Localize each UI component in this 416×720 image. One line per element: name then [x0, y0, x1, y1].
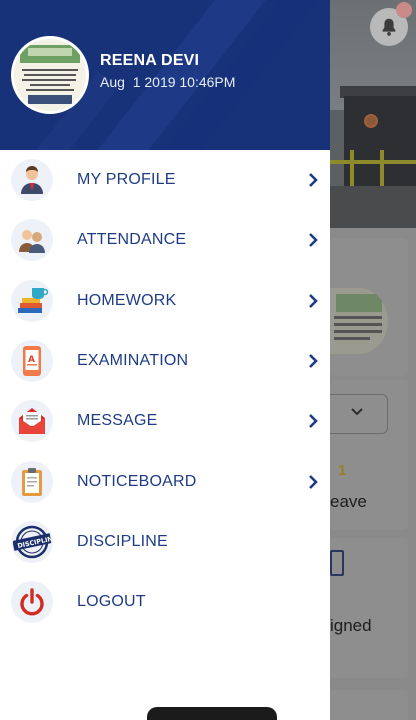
background-card-attendance: s 1 eave [330, 380, 408, 530]
last-login-datetime: Aug 1 2019 10:46PM [100, 74, 236, 90]
bottom-gesture-bar[interactable] [147, 707, 277, 720]
background-card-homework: igned [330, 538, 408, 678]
chevron-right-icon [305, 351, 321, 371]
menu-label: MESSAGE [77, 412, 158, 430]
menu-label: DISCIPLINE [77, 532, 168, 550]
chevron-right-icon [305, 411, 321, 431]
menu-label: MY PROFILE [77, 171, 176, 189]
menu-label: LOGOUT [77, 593, 146, 611]
menu-item-examination[interactable]: A EXAMINATION [0, 331, 330, 391]
discipline-icon: DISCIPLINE [11, 520, 53, 563]
menu-label: HOMEWORK [77, 291, 177, 309]
menu-item-logout[interactable]: LOGOUT [0, 572, 330, 632]
assignment-icon [330, 550, 344, 576]
background-screen: s 1 eave igned [330, 0, 416, 720]
drawer-menu: MY PROFILE ATTENDANCE HOMEWORK A EXAMINA… [0, 150, 330, 632]
navigation-drawer: REENA DEVI Aug 1 2019 10:46PM MY PROFILE… [0, 0, 330, 720]
background-leave-text: eave [330, 492, 367, 511]
background-card [330, 690, 408, 720]
background-card-news [330, 238, 408, 376]
homework-icon [11, 279, 53, 322]
user-name: REENA DEVI [100, 52, 200, 69]
attendance-icon [11, 219, 53, 262]
chevron-right-icon [305, 170, 321, 190]
menu-item-discipline[interactable]: DISCIPLINE DISCIPLINE [0, 512, 330, 572]
profile-icon [11, 159, 53, 202]
menu-label: EXAMINATION [77, 352, 189, 370]
svg-text:A: A [28, 355, 35, 365]
chevron-right-icon [305, 230, 321, 250]
menu-label: NOTICEBOARD [77, 472, 197, 490]
message-icon [11, 400, 53, 443]
chevron-right-icon [305, 291, 321, 311]
background-assigned-text: igned [330, 616, 372, 635]
notification-badge [396, 2, 412, 18]
menu-item-noticeboard[interactable]: NOTICEBOARD [0, 451, 330, 511]
menu-item-message[interactable]: MESSAGE [0, 391, 330, 451]
chevron-down-icon [349, 403, 365, 424]
noticeboard-icon [11, 460, 53, 503]
background-leave-count: 1 [338, 462, 347, 479]
examination-icon: A [11, 340, 53, 383]
drawer-header: REENA DEVI Aug 1 2019 10:46PM [0, 0, 330, 150]
menu-item-homework[interactable]: HOMEWORK [0, 271, 330, 331]
menu-label: ATTENDANCE [77, 231, 187, 249]
logout-icon [11, 581, 53, 624]
background-dropdown: s [330, 394, 388, 434]
avatar[interactable] [11, 36, 89, 114]
chevron-right-icon [305, 472, 321, 492]
background-banner-image [330, 0, 416, 228]
menu-item-attendance[interactable]: ATTENDANCE [0, 210, 330, 270]
menu-item-my-profile[interactable]: MY PROFILE [0, 150, 330, 210]
